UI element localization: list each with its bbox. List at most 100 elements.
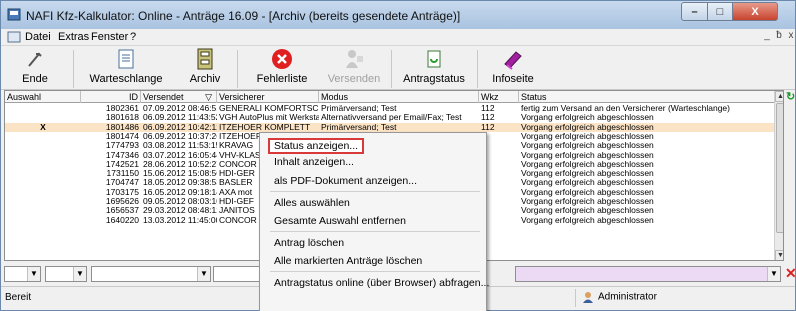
menu-item-show-status[interactable]: Status anzeigen... — [268, 138, 365, 154]
menu-separator — [270, 191, 480, 192]
row-versendet-cell: 03.08.2012 11:53:15 — [143, 141, 217, 151]
row-versicherer-cell: ITZEHOER KOMPLETT — [219, 122, 311, 132]
row-versendet-cell: 15.06.2012 15:08:56 — [143, 169, 217, 179]
queue-button[interactable]: Warteschlange — [81, 48, 171, 85]
application-status-button[interactable]: Antragstatus — [399, 48, 469, 85]
scroll-thumb[interactable] — [776, 103, 783, 233]
menu-separator — [270, 271, 480, 272]
current-user-name: Administrator — [598, 291, 657, 303]
info-page-button[interactable]: Infoseite — [485, 48, 541, 85]
toolbar-separator — [391, 50, 392, 88]
column-header-versendet[interactable]: Versendet ▽ — [141, 91, 217, 103]
info-icon — [504, 51, 522, 70]
row-status-cell: Vorgang erfolgreich abgeschlossen — [521, 141, 654, 151]
row-status-cell: Vorgang erfolgreich abgeschlossen — [521, 197, 654, 206]
filter-versicherer-select[interactable] — [213, 266, 261, 282]
row-select-cell — [5, 104, 81, 113]
minimize-button[interactable]: – — [681, 2, 708, 21]
app-icon — [7, 8, 21, 21]
row-id-cell: 1801474 — [105, 131, 139, 141]
row-id-cell: 1656537 — [105, 206, 139, 216]
row-status-cell: Vorgang erfolgreich abgeschlossen — [521, 178, 654, 188]
queue-label: Warteschlange — [89, 73, 163, 85]
scroll-down-icon[interactable]: ▼ — [775, 250, 783, 260]
row-id-cell: 1742521 — [105, 159, 139, 169]
menu-item-query-status-online[interactable]: Antragstatus online (über Browser) abfra… — [274, 275, 489, 291]
row-select-cell — [5, 151, 81, 160]
filter-status-select[interactable]: ▼ — [515, 266, 781, 282]
maximize-button[interactable]: □ — [707, 2, 733, 21]
menu-item-show-pdf[interactable]: als PDF-Dokument anzeigen... — [274, 173, 417, 189]
menu-item-delete-marked[interactable]: Alle markierten Anträge löschen — [274, 253, 422, 269]
clear-filter-icon[interactable]: ✕ — [785, 265, 796, 282]
row-modus-cell: Primärversand; Test — [321, 104, 397, 113]
filter-versendet-select[interactable]: ▼ — [91, 266, 211, 282]
chevron-down-icon: ▼ — [27, 267, 40, 281]
row-id-cell: 1774793 — [105, 141, 139, 151]
menu-extras[interactable]: Extras — [58, 31, 89, 43]
menu-item-show-content[interactable]: Inhalt anzeigen... — [274, 154, 354, 170]
row-select-cell — [5, 160, 81, 169]
row-versendet-cell: 18.05.2012 09:38:53 — [143, 178, 217, 188]
column-header-wkz[interactable]: Wkz — [479, 91, 519, 103]
column-header-modus[interactable]: Modus — [319, 91, 479, 103]
app-window: NAFI Kfz-Kalkulator: Online - Anträge 16… — [0, 0, 796, 311]
archive-button[interactable]: Archiv — [181, 48, 229, 85]
row-id-cell: 1747346 — [105, 150, 139, 160]
toolbar-separator — [73, 50, 74, 88]
vertical-scrollbar[interactable]: ▲ ▼ — [774, 91, 783, 260]
queue-icon — [118, 49, 134, 69]
archive-label: Archiv — [189, 73, 221, 85]
mdi-close-button[interactable]: x — [784, 30, 796, 44]
row-id-cell: 1703175 — [105, 187, 139, 197]
row-modus-cell: Alternativversand per Email/Fax; Test — [321, 113, 462, 123]
menu-item-delete-application[interactable]: Antrag löschen — [274, 235, 344, 251]
scroll-up-icon[interactable]: ▲ — [775, 91, 783, 102]
row-versendet-cell: 09.05.2012 08:03:10 — [143, 197, 217, 206]
table-header: Auswahl ID Versendet ▽ Versicherer Modus… — [5, 91, 783, 103]
filter-id-select[interactable]: ▼ — [45, 266, 87, 282]
row-id-cell: 1802361 — [105, 104, 139, 113]
refresh-icon[interactable]: ↻ — [786, 90, 796, 103]
column-header-versicherer[interactable]: Versicherer — [217, 91, 319, 103]
row-status-cell: Vorgang erfolgreich abgeschlossen — [521, 206, 654, 216]
toolbar: Ende Warteschlange Archiv Fehlerliste Ve… — [1, 46, 795, 90]
error-list-label: Fehlerliste — [256, 73, 308, 85]
table-row[interactable]: 1802361 07.09.2012 08:46:51 GENERALI KOMFO… — [5, 104, 775, 113]
row-id-cell: 1695626 — [105, 197, 139, 206]
error-list-button[interactable]: Fehlerliste — [251, 48, 313, 85]
row-status-cell: Vorgang erfolgreich abgeschlossen — [521, 150, 654, 160]
menu-item-clear-selection[interactable]: Gesamte Auswahl entfernen — [274, 213, 406, 229]
menu-item-select-all[interactable]: Alles auswählen — [274, 195, 350, 211]
row-versendet-cell: 06.09.2012 10:37:26 — [143, 131, 217, 141]
toolbar-separator — [237, 50, 238, 88]
exit-button[interactable]: Ende — [9, 48, 61, 85]
row-versendet-cell: 06.09.2012 11:43:52 — [143, 113, 217, 123]
chevron-down-icon: ▼ — [73, 267, 86, 281]
status-text: Bereit — [5, 292, 32, 303]
column-header-auswahl[interactable]: Auswahl — [5, 91, 81, 103]
user-icon — [583, 292, 593, 303]
menu-help[interactable]: ? — [130, 31, 136, 43]
filter-auswahl-select[interactable]: ▼ — [4, 266, 41, 282]
row-versendet-cell: 03.07.2012 16:05:44 — [143, 150, 217, 160]
chevron-down-icon: ▼ — [197, 267, 210, 281]
table-row[interactable]: 1801618 06.09.2012 11:43:52 VGH AutoPlus m… — [5, 113, 775, 122]
row-id-cell: 1640220 — [105, 215, 139, 225]
column-header-id[interactable]: ID — [81, 91, 141, 103]
menu-datei[interactable]: Datei — [25, 31, 51, 43]
row-select-cell — [5, 206, 81, 215]
close-button[interactable]: X — [732, 2, 778, 21]
menu-fenster[interactable]: Fenster — [91, 31, 128, 43]
mdi-doc-icon[interactable] — [7, 31, 21, 43]
row-versendet-cell: 28.06.2012 10:52:27 — [143, 159, 217, 169]
column-header-status[interactable]: Status — [519, 91, 775, 103]
toolbar-separator — [477, 50, 478, 88]
application-status-label: Antragstatus — [403, 73, 465, 85]
send-button[interactable]: Versenden — [323, 48, 385, 85]
row-versendet-cell: 07.09.2012 08:46:51 — [143, 104, 217, 113]
archive-icon — [197, 48, 213, 70]
table-row[interactable]: X 1801486 06.09.2012 10:42:12 ITZEHOER KOMP… — [5, 122, 775, 132]
row-id-cell: 1731150 — [106, 169, 139, 179]
row-wkz-cell: 112 — [481, 113, 495, 123]
